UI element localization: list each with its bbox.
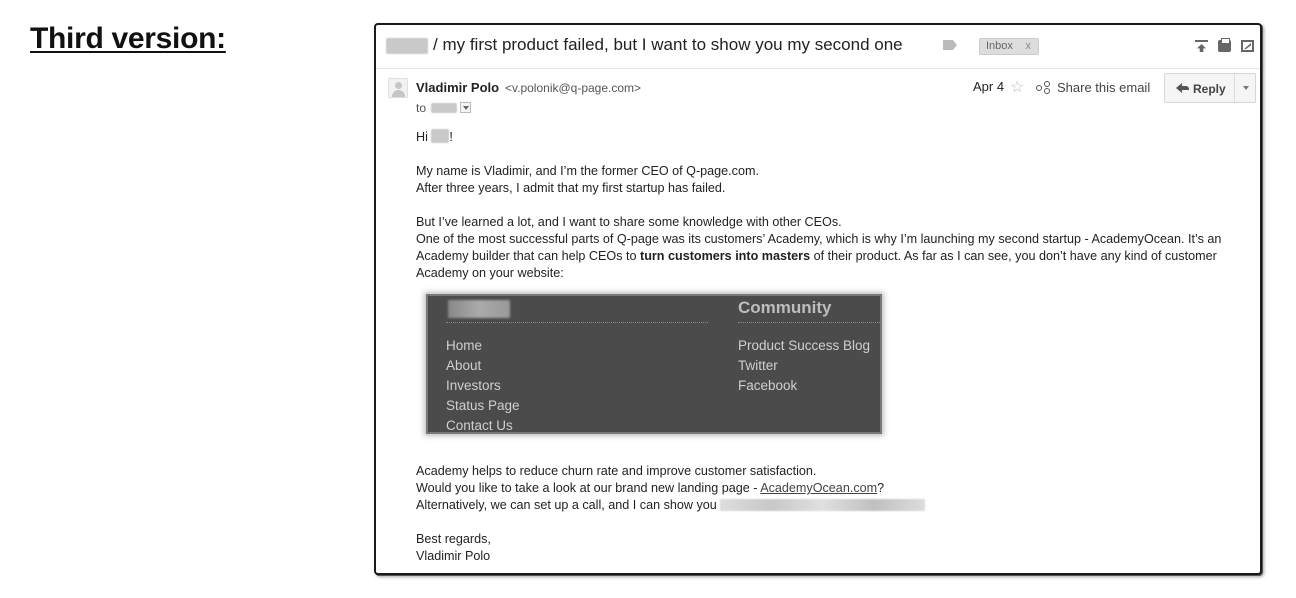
reply-arrow-icon: [1176, 83, 1189, 93]
inbox-label-badge[interactable]: Inbox x: [979, 38, 1039, 55]
redacted-recipient: [431, 103, 457, 113]
redacted-footer-heading: [448, 300, 510, 318]
star-icon[interactable]: ☆: [1010, 77, 1024, 97]
paragraph-pitch: But I’ve learned a lot, and I want to sh…: [416, 215, 1222, 280]
footer-link: Investors: [446, 378, 501, 393]
email-date: Apr 4: [973, 79, 1005, 94]
signature: Best regards, Vladimir Polo: [416, 532, 491, 563]
email-screenshot: / my first product failed, but I want to…: [374, 23, 1262, 575]
share-email-label: Share this email: [1057, 80, 1151, 95]
paragraph-intro: My name is Vladimir, and I’m the former …: [416, 164, 759, 195]
footer-link: Product Success Blog: [738, 338, 871, 353]
footer-link: Home: [446, 338, 483, 353]
community-heading: Community: [738, 298, 832, 317]
sender-row: Vladimir Polo <v.polonik@q-page.com> to …: [376, 73, 1260, 123]
page-heading: Third version:: [30, 22, 226, 55]
website-footer-screenshot: Home About Investors Status Page Contact…: [426, 294, 882, 434]
reply-label: Reply: [1193, 82, 1226, 96]
label-icon[interactable]: [943, 40, 957, 50]
email-subject: / my first product failed, but I want to…: [433, 35, 903, 54]
inbox-label-text: Inbox: [986, 40, 1013, 52]
footer-link: Twitter: [738, 358, 778, 373]
paragraph-cta: Academy helps to reduce churn rate and i…: [416, 463, 1256, 514]
to-label: to: [416, 101, 427, 115]
greeting: Hi !: [416, 129, 453, 144]
redacted-recipient-name: [386, 38, 428, 54]
sender-avatar: [388, 78, 408, 98]
footer-link: Contact Us: [446, 418, 513, 433]
bold-phrase: turn customers into masters: [640, 249, 811, 263]
email-body: Hi ! My name is Vladimir, and I’m the fo…: [416, 129, 1256, 290]
footer-link: Status Page: [446, 398, 520, 413]
footer-link: About: [446, 358, 482, 373]
footer-left-links: Home About Investors Status Page Contact…: [446, 336, 520, 436]
footer-link: Facebook: [738, 378, 798, 393]
collapse-all-icon[interactable]: [1195, 40, 1208, 52]
email-body-continued: Academy helps to reduce churn rate and i…: [416, 463, 1256, 573]
subject-row: / my first product failed, but I want to…: [376, 25, 1260, 69]
new-window-icon[interactable]: [1241, 40, 1254, 52]
footer-divider: [446, 322, 708, 323]
sender-name[interactable]: Vladimir Polo: [416, 80, 499, 95]
redacted-text: [720, 499, 926, 511]
footer-divider: [738, 322, 880, 323]
share-email-button[interactable]: Share this email: [1036, 80, 1150, 95]
reply-button-group: Reply: [1164, 73, 1256, 103]
remove-label-icon[interactable]: x: [1026, 40, 1032, 52]
show-details-dropdown-icon[interactable]: [460, 102, 471, 113]
redacted-first-name: [431, 129, 450, 143]
footer-right-links: Product Success Blog Twitter Facebook: [738, 336, 870, 396]
print-icon[interactable]: [1218, 38, 1231, 52]
subject-toolbar: [1195, 38, 1254, 52]
academyocean-link[interactable]: AcademyOcean.com: [760, 481, 877, 495]
share-icon: [1036, 80, 1052, 94]
more-actions-dropdown-icon[interactable]: [1243, 86, 1249, 90]
sender-email: <v.polonik@q-page.com>: [505, 81, 642, 95]
reply-button[interactable]: Reply: [1165, 74, 1235, 102]
